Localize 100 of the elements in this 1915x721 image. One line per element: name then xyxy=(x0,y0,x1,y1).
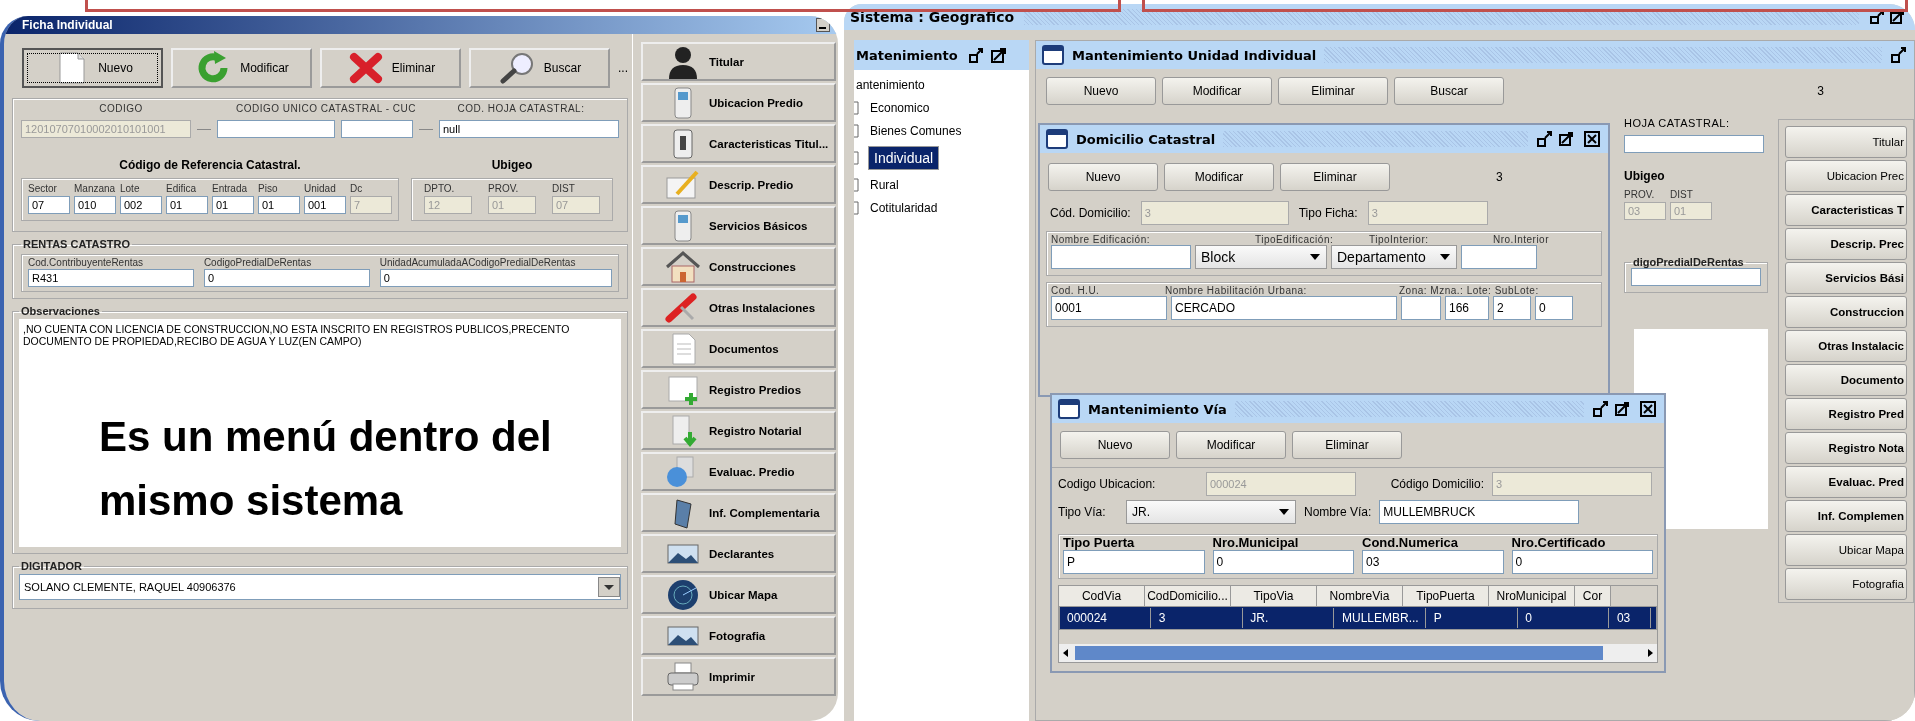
input-field[interactable]: 0 xyxy=(1511,550,1653,574)
input-field[interactable] xyxy=(341,120,413,138)
menu-button[interactable]: Ubicar Mapa xyxy=(641,575,837,614)
tree-item[interactable]: antenimiento xyxy=(854,77,1029,93)
menu-button[interactable]: Servicios Bási xyxy=(1785,262,1907,294)
group-label: RENTAS CATASTRO xyxy=(22,238,131,250)
menu-button[interactable]: Evaluac. Pred xyxy=(1785,466,1907,498)
menu-button[interactable]: Documentos xyxy=(641,329,837,368)
input-field[interactable]: 166 xyxy=(1445,296,1489,320)
menu-button[interactable]: Titular xyxy=(1785,126,1907,158)
menu-button[interactable]: Otras Instalacic xyxy=(1785,330,1907,362)
input-field[interactable] xyxy=(1461,245,1537,269)
input-field[interactable]: 0 xyxy=(379,269,612,287)
input-field[interactable]: 03 xyxy=(1362,550,1504,574)
input-field[interactable] xyxy=(1624,135,1764,153)
column-header[interactable]: NroMunicipal xyxy=(1489,586,1575,606)
minimize-icon[interactable] xyxy=(816,18,830,32)
action-button[interactable]: Nuevo xyxy=(1048,163,1158,191)
input-field[interactable]: 002 xyxy=(120,196,162,214)
column-header[interactable]: CodDomicilio... xyxy=(1145,586,1231,606)
menu-button[interactable]: Imprimir xyxy=(641,657,837,696)
action-button[interactable]: Nuevo xyxy=(1046,77,1156,105)
input-field[interactable]: null xyxy=(439,120,619,138)
column-header[interactable]: Cor xyxy=(1575,586,1611,606)
menu-button[interactable]: Otras Instalaciones xyxy=(641,288,837,327)
menu-button[interactable]: Caracteristicas T xyxy=(1785,194,1907,226)
tree-item[interactable]: Bienes Comunes xyxy=(868,123,964,139)
column-header[interactable]: TipoPuerta xyxy=(1403,586,1489,606)
menu-button[interactable]: Declarantes xyxy=(641,534,837,573)
dropdown[interactable]: Block xyxy=(1195,245,1327,269)
dropdown[interactable]: Departamento xyxy=(1331,245,1457,269)
menu-button[interactable]: Ubicacion Predio xyxy=(641,83,837,122)
more-label: ... xyxy=(618,61,628,75)
toolbar-button[interactable]: Modificar xyxy=(171,48,312,88)
input-field[interactable]: 0001 xyxy=(1051,296,1167,320)
input-field[interactable]: MULLEMBRUCK xyxy=(1379,500,1580,524)
action-button[interactable]: Nuevo xyxy=(1060,431,1170,459)
action-button[interactable]: Modificar xyxy=(1164,163,1274,191)
window-controls-icon[interactable] xyxy=(1536,130,1602,148)
dropdown[interactable]: JR. xyxy=(1126,500,1296,524)
tree-item[interactable]: Economico xyxy=(868,100,932,116)
restore-icon[interactable] xyxy=(1890,46,1908,64)
menu-button[interactable]: Ubicar Mapa xyxy=(1785,534,1907,566)
menu-button[interactable]: Titular xyxy=(641,42,837,81)
menu-button[interactable]: Descrip. Prec xyxy=(1785,228,1907,260)
text-area[interactable]: ,NO CUENTA CON LICENCIA DE CONSTRUCCION,NO ESTA INSCRITO EN REGISTROS PUBLICOS,PRECENTO DOCUMENTO DE PROPIEDAD,RECIBO DE AGUA Y LUZ(EN CAMPO) Es un menú dentro del mismo sistema xyxy=(19,319,621,547)
field-label: Nro.Interior xyxy=(1493,234,1549,245)
tree-item[interactable]: Individual xyxy=(868,146,940,170)
menu-button[interactable]: Registro Pred xyxy=(1785,398,1907,430)
toolbar-button[interactable]: Buscar xyxy=(469,48,610,88)
tree-item[interactable]: Rural xyxy=(868,177,901,193)
menu-button[interactable]: Evaluac. Predio xyxy=(641,452,837,491)
menu-button[interactable]: Inf. Complementaria xyxy=(641,493,837,532)
action-button[interactable]: Eliminar xyxy=(1278,77,1388,105)
input-field[interactable]: 010 xyxy=(74,196,116,214)
menu-button[interactable]: Descrip. Predio xyxy=(641,165,837,204)
input-field[interactable]: 001 xyxy=(304,196,346,214)
menu-button[interactable]: Fotografia xyxy=(1785,568,1907,600)
input-field[interactable]: 2 xyxy=(1493,296,1531,320)
action-button[interactable]: Buscar xyxy=(1394,77,1504,105)
menu-button[interactable]: Registro Predios xyxy=(641,370,837,409)
toolbar-button[interactable]: Nuevo xyxy=(22,48,163,88)
action-button[interactable]: Modificar xyxy=(1176,431,1286,459)
column-header[interactable]: TipoVia xyxy=(1231,586,1317,606)
tree-item[interactable]: Cotitularidad xyxy=(868,200,940,216)
field-label: Edifica xyxy=(166,183,197,194)
input-field[interactable] xyxy=(1401,296,1441,320)
menu-button[interactable]: Fotografia xyxy=(641,616,837,655)
menu-button[interactable]: Servicios Básicos xyxy=(641,206,837,245)
input-field[interactable]: P xyxy=(1063,550,1205,574)
menu-button[interactable]: Inf. Complemen xyxy=(1785,500,1907,532)
action-button[interactable]: Modificar xyxy=(1162,77,1272,105)
scrollbar[interactable] xyxy=(1059,644,1657,662)
menu-button[interactable]: Registro Nota xyxy=(1785,432,1907,464)
input-field[interactable] xyxy=(1631,268,1761,286)
input-field[interactable]: 0 xyxy=(1212,550,1354,574)
input-field[interactable]: 01 xyxy=(258,196,300,214)
menu-button[interactable]: Registro Notarial xyxy=(641,411,837,450)
input-field[interactable]: 07 xyxy=(28,196,70,214)
action-button[interactable]: Eliminar xyxy=(1280,163,1390,191)
input-field[interactable]: 01 xyxy=(212,196,254,214)
menu-button[interactable]: Construcciones xyxy=(641,247,837,286)
menu-button[interactable]: Ubicacion Prec xyxy=(1785,160,1907,192)
input-field[interactable]: 0 xyxy=(1535,296,1573,320)
table-row[interactable]: 000024 3 JR. MULLEMBR... P 0 03 xyxy=(1059,606,1657,630)
action-button[interactable]: Eliminar xyxy=(1292,431,1402,459)
dropdown[interactable]: SOLANO CLEMENTE, RAQUEL 40906376 xyxy=(19,574,621,600)
input-field[interactable]: 0 xyxy=(203,269,370,287)
input-field[interactable]: CERCADO xyxy=(1171,296,1397,320)
input-field[interactable] xyxy=(217,120,335,138)
input-field[interactable] xyxy=(1051,245,1191,269)
menu-button[interactable]: Caracteristicas Titul... xyxy=(641,124,837,163)
input-field[interactable]: 01 xyxy=(166,196,208,214)
toolbar-button[interactable]: Eliminar xyxy=(320,48,461,88)
menu-button[interactable]: Documento xyxy=(1785,364,1907,396)
column-header[interactable]: NombreVia xyxy=(1317,586,1403,606)
input-field[interactable]: R431 xyxy=(28,269,194,287)
menu-button[interactable]: Construccion xyxy=(1785,296,1907,328)
window-controls-icon[interactable] xyxy=(1592,400,1658,418)
column-header[interactable]: CodVia xyxy=(1059,586,1145,606)
